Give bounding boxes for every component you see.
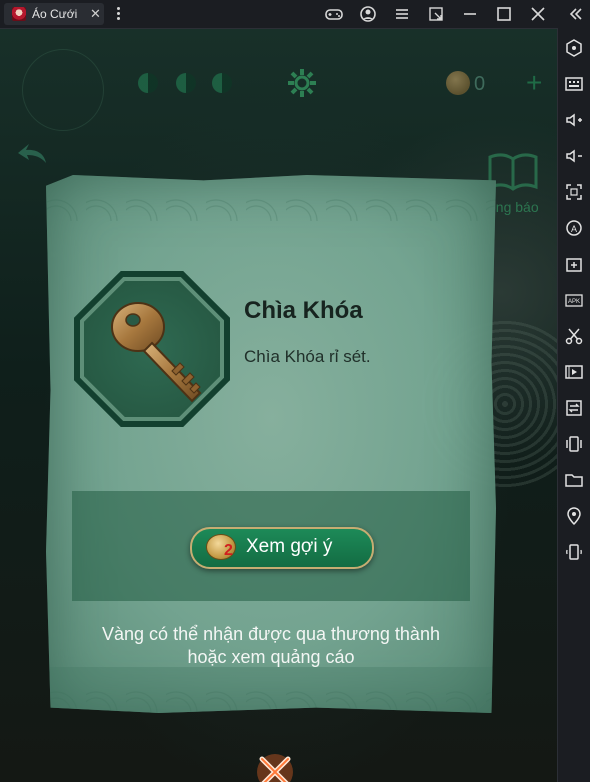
notice-label[interactable]: ông báo: [488, 199, 539, 215]
view-hint-button[interactable]: 2 Xem gợi ý: [190, 527, 374, 569]
video-record-icon[interactable]: [564, 362, 584, 382]
location-pin-icon[interactable]: [564, 506, 584, 526]
svg-text:A: A: [571, 224, 577, 234]
collapse-sidebar-icon[interactable]: [566, 4, 586, 24]
item-detail-dialog: Chìa Khóa Chìa Khóa rỉ sét. 2 Xem gợi ý …: [46, 175, 496, 713]
account-icon[interactable]: [358, 4, 378, 24]
info-line-1: Vàng có thể nhận được qua thương thành: [102, 624, 440, 644]
sync-icon[interactable]: [564, 398, 584, 418]
add-coins-icon[interactable]: +: [526, 67, 542, 99]
cloud-pattern-top: [46, 175, 496, 221]
more-menu-icon[interactable]: [114, 5, 122, 23]
item-frame: [74, 271, 230, 427]
close-window-icon[interactable]: [528, 4, 548, 24]
fullscreen-icon[interactable]: [564, 182, 584, 202]
bagua-emblem-icon: [22, 49, 104, 131]
app-tab[interactable]: Áo Cưới ✕: [4, 3, 104, 25]
item-title: Chìa Khóa: [244, 297, 363, 324]
item-description: Chìa Khóa rỉ sét.: [244, 347, 371, 366]
emulator-sidebar: A APK: [557, 28, 590, 782]
back-arrow-icon[interactable]: [12, 133, 54, 175]
hint-button-label: Xem gợi ý: [246, 536, 333, 557]
resize-window-icon[interactable]: [426, 4, 446, 24]
shake-icon[interactable]: [564, 434, 584, 454]
volume-down-icon[interactable]: [564, 146, 584, 166]
volume-up-icon[interactable]: [564, 110, 584, 130]
keyboard-icon[interactable]: [564, 74, 584, 94]
minimize-icon[interactable]: [460, 4, 480, 24]
rotate-screen-icon[interactable]: [564, 542, 584, 562]
gold-info-text: Vàng có thể nhận được qua thương thành h…: [66, 623, 476, 669]
hint-cost: 2: [224, 542, 233, 559]
app-icon: [12, 7, 26, 21]
svg-text:APK: APK: [568, 299, 580, 305]
add-instance-icon[interactable]: [564, 254, 584, 274]
auto-rotate-icon[interactable]: A: [564, 218, 584, 238]
screenshot-scissors-icon[interactable]: [564, 326, 584, 346]
coin-icon: [446, 71, 470, 95]
yinyang-icon: [176, 73, 196, 93]
hexagon-settings-icon[interactable]: [564, 38, 584, 58]
game-viewport[interactable]: 0 + ông báo Chìa Khóa Chìa Khóa rỉ sét. …: [0, 29, 557, 782]
title-bar: Áo Cưới ✕: [0, 0, 590, 29]
menu-icon[interactable]: [392, 4, 412, 24]
cloud-pattern-bottom: [46, 667, 496, 713]
gamepad-icon[interactable]: [324, 4, 344, 24]
yinyang-icon: [138, 73, 158, 93]
info-line-2: hoặc xem quảng cáo: [187, 647, 355, 667]
close-dialog-icon[interactable]: [250, 747, 300, 782]
tab-close-icon[interactable]: ✕: [90, 6, 101, 22]
yinyang-icon: [212, 73, 232, 93]
maximize-icon[interactable]: [494, 4, 514, 24]
rusty-key-icon: [102, 293, 212, 409]
settings-gear-icon[interactable]: [286, 67, 318, 99]
apk-install-icon[interactable]: APK: [564, 290, 584, 310]
coin-count: 0: [474, 73, 486, 95]
tab-title: Áo Cưới: [32, 7, 78, 21]
folder-icon[interactable]: [564, 470, 584, 490]
